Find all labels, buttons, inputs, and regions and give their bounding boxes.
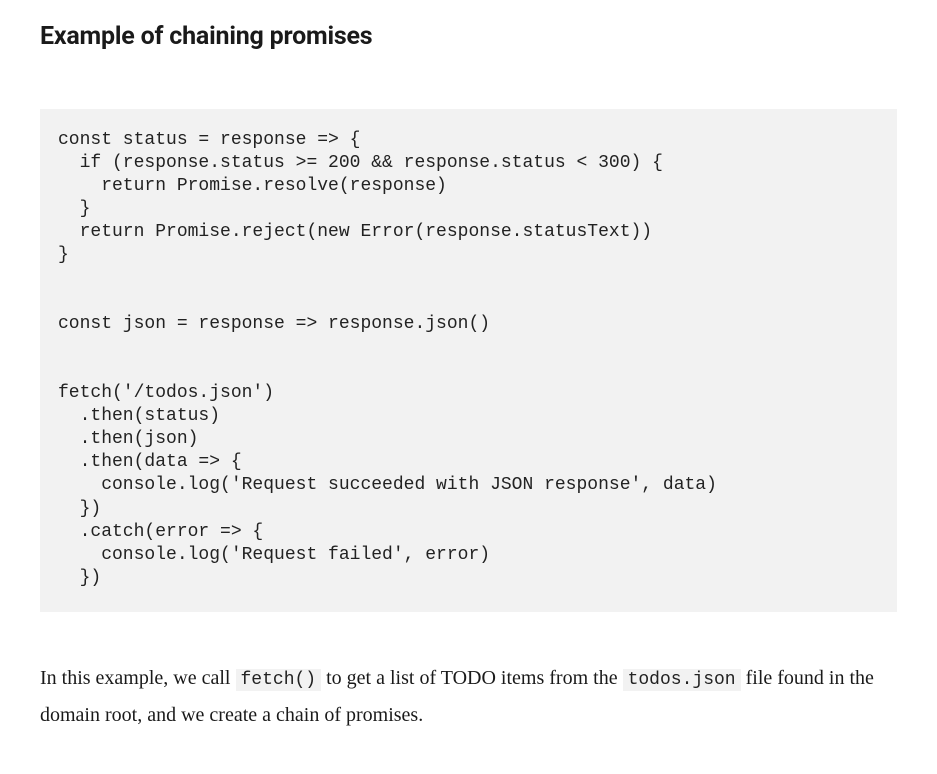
inline-code-filename: todos.json [623, 669, 741, 691]
section-heading: Example of chaining promises [40, 22, 897, 51]
paragraph-text: to get a list of TODO items from the [321, 667, 622, 689]
explanation-paragraph: In this example, we call fetch() to get … [40, 660, 897, 734]
code-block: const status = response => { if (respons… [40, 109, 897, 612]
paragraph-text: In this example, we call [40, 667, 236, 689]
inline-code-fetch: fetch() [236, 669, 322, 691]
